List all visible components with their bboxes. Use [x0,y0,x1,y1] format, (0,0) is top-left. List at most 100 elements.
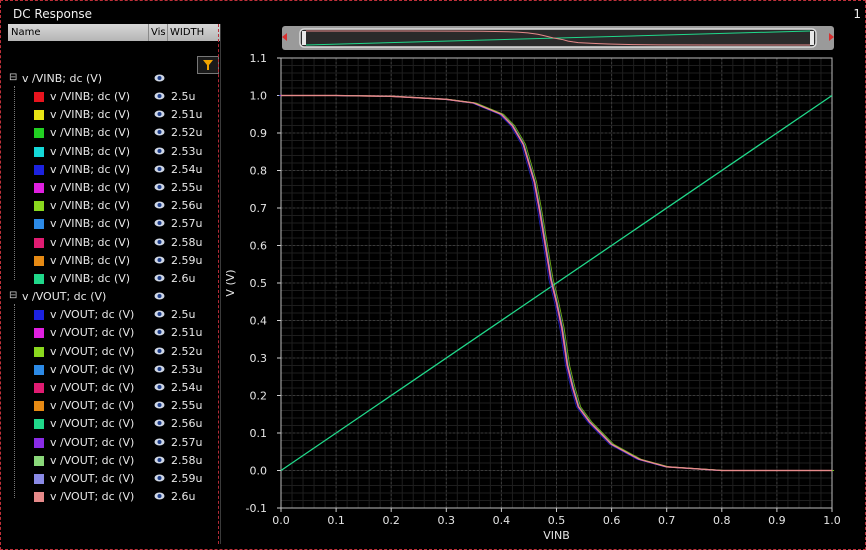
trace-color-swatch[interactable] [34,92,44,102]
trace-width-value: 2.53u [171,144,203,158]
trace-row[interactable]: v /VOUT; dc (V) 2.55u [8,397,220,415]
trace-label: v /VINB; dc (V) [50,108,131,122]
visibility-eye-icon[interactable] [154,165,165,173]
visibility-eye-icon[interactable] [154,128,165,136]
trace-color-swatch[interactable] [34,201,44,212]
visibility-eye-icon[interactable] [154,347,165,355]
trace-row[interactable]: v /VOUT; dc (V) 2.54u [8,379,220,397]
x-tick-label: 0.7 [658,514,676,527]
trace-color-swatch[interactable] [34,328,44,339]
trace-color-swatch[interactable] [34,128,44,139]
trace-color-swatch[interactable] [34,183,44,193]
trace-row[interactable]: v /VINB; dc (V) 2.58u [8,234,220,252]
visibility-eye-icon[interactable] [154,365,165,373]
trace-row[interactable]: v /VINB; dc (V) 2.57u [8,215,220,233]
trace-row[interactable]: v /VINB; dc (V) 2.51u [8,106,220,124]
trace-row[interactable]: v /VOUT; dc (V) 2.53u [8,361,220,379]
visibility-eye-icon[interactable] [154,219,165,227]
trace-row[interactable]: v /VINB; dc (V) 2.56u [8,197,220,215]
trace-width-value: 2.57u [171,435,203,449]
trace-color-swatch[interactable] [34,419,44,430]
trace-color-swatch[interactable] [34,437,44,448]
visibility-eye-icon[interactable] [154,201,165,209]
visibility-eye-icon[interactable] [154,492,165,500]
trace-color-swatch[interactable] [34,401,44,412]
visibility-eye-icon[interactable] [154,292,165,300]
trace-row[interactable]: v /VOUT; dc (V) 2.57u [8,434,220,452]
column-name[interactable]: Name [11,27,41,38]
column-divider[interactable] [167,24,168,41]
trace-row[interactable]: v /VINB; dc (V) 2.52u [8,124,220,142]
y-tick-label: 0.1 [250,427,268,440]
trace-label: v /VOUT; dc (V) [50,399,135,413]
trace-color-swatch[interactable] [34,110,44,121]
trace-row[interactable]: v /VOUT; dc (V) 2.51u [8,324,220,342]
visibility-eye-icon[interactable] [154,310,165,318]
trace-color-swatch[interactable] [34,164,44,175]
group-label: v /VOUT; dc (V) [22,290,107,304]
visibility-eye-icon[interactable] [154,474,165,482]
expand-toggle-icon[interactable]: ⊟ [9,72,17,83]
visibility-eye-icon[interactable] [154,456,165,464]
visibility-eye-icon[interactable] [154,256,165,264]
trace-row[interactable]: v /VOUT; dc (V) 2.6u [8,488,220,506]
trace-width-value: 2.6u [171,490,196,504]
overview-right-handle[interactable] [810,31,814,45]
visibility-eye-icon[interactable] [154,401,165,409]
column-divider[interactable] [148,24,149,41]
visibility-eye-icon[interactable] [154,383,165,391]
trace-row[interactable]: v /VINB; dc (V) 2.54u [8,161,220,179]
trace-label: v /VINB; dc (V) [50,181,131,194]
trace-row[interactable]: v /VOUT; dc (V) 2.5u [8,306,220,324]
trace-row[interactable]: v /VINB; dc (V) 2.55u [8,179,220,197]
column-vis[interactable]: Vis [151,27,166,38]
trace-color-swatch[interactable] [34,492,44,503]
trace-label: v /VINB; dc (V) [50,90,131,103]
y-tick-label: 1.1 [250,52,268,65]
trace-color-swatch[interactable] [34,219,44,230]
visibility-eye-icon[interactable] [154,328,165,336]
visibility-eye-icon[interactable] [154,419,165,427]
visibility-eye-icon[interactable] [154,438,165,446]
trace-color-swatch[interactable] [34,455,44,466]
overview-scrollbar[interactable] [282,26,834,50]
x-tick-label: 0.9 [768,514,786,527]
trace-width-value: 2.59u [171,472,203,485]
trace-row[interactable]: v /VINB; dc (V) 2.6u [8,270,220,288]
visibility-eye-icon[interactable] [154,183,165,191]
trace-row[interactable]: v /VOUT; dc (V) 2.59u [8,470,220,488]
trace-color-swatch[interactable] [34,237,44,248]
trace-row[interactable]: v /VINB; dc (V) 2.59u [8,252,220,270]
trace-color-swatch[interactable] [34,255,44,266]
window-title: DC Response [13,7,93,21]
visibility-eye-icon[interactable] [154,274,165,282]
x-tick-label: 0.6 [603,514,621,527]
visibility-eye-icon[interactable] [154,110,165,118]
trace-row[interactable]: v /VINB; dc (V) 2.53u [8,143,220,161]
trace-color-swatch[interactable] [34,364,44,375]
group-header[interactable]: ⊟ v /VINB; dc (V) [8,70,220,88]
trace-color-swatch[interactable] [34,474,44,484]
trace-color-swatch[interactable] [34,146,44,157]
trace-color-swatch[interactable] [34,274,44,284]
trace-label: v /VOUT; dc (V) [50,344,135,358]
visibility-eye-icon[interactable] [154,147,165,155]
expand-toggle-icon[interactable]: ⊟ [9,290,17,301]
visibility-eye-icon[interactable] [154,238,165,246]
trace-color-swatch[interactable] [34,346,44,357]
trace-row[interactable]: v /VOUT; dc (V) 2.56u [8,415,220,433]
trace-color-swatch[interactable] [34,310,44,321]
overview-left-handle[interactable] [302,31,306,45]
visibility-eye-icon[interactable] [154,92,165,100]
y-tick-label: 1.0 [250,90,268,103]
trace-row[interactable]: v /VOUT; dc (V) 2.58u [8,452,220,470]
trace-color-swatch[interactable] [34,383,44,393]
trace-width-value: 2.51u [171,108,203,122]
column-width[interactable]: WIDTH [170,27,204,38]
trace-row[interactable]: v /VOUT; dc (V) 2.52u [8,343,220,361]
plot-area[interactable]: 0.0 0.1 0.2 0.3 0.4 0.5 0.6 0.7 0.8 0.9 1.0 -0.1 0.0… [222,50,862,546]
trace-row[interactable]: v /VINB; dc (V) 2.5u [8,88,220,106]
visibility-eye-icon[interactable] [154,74,165,82]
group-header[interactable]: ⊟ v /VOUT; dc (V) [8,288,220,306]
y-tick-label: -0.1 [246,502,267,515]
